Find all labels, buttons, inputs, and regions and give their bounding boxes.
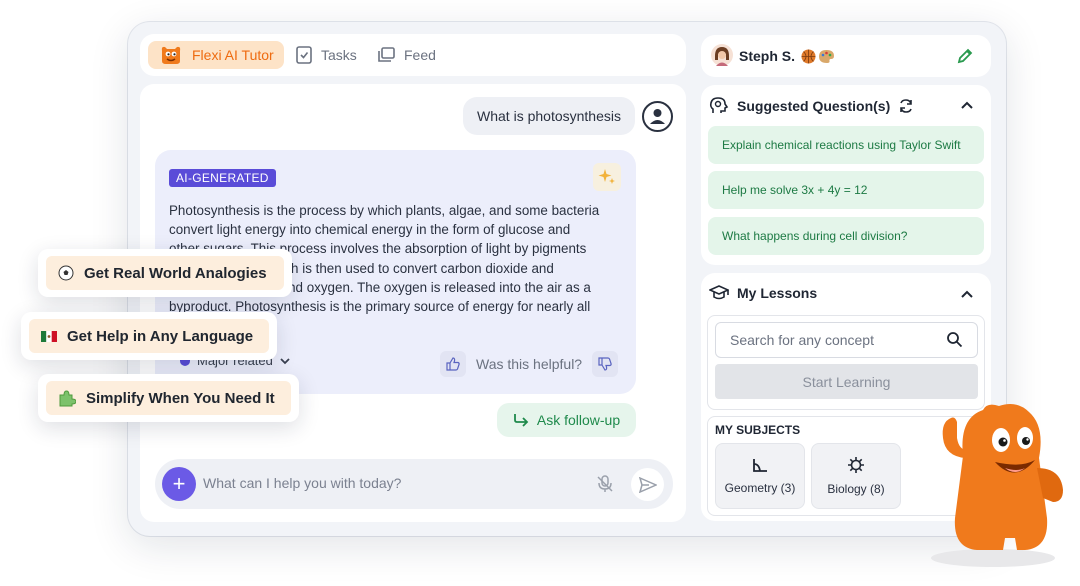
flexi-mascot-character: [931, 404, 1063, 567]
suggested-question-button[interactable]: Help me solve 3x + 4y = 12: [708, 171, 984, 209]
subject-label: Geometry (3): [724, 481, 796, 495]
user-avatar-icon: [642, 101, 673, 132]
checklist-icon: [296, 46, 312, 64]
composer-input[interactable]: What can I help you with today?: [203, 475, 401, 491]
ai-generated-badge: AI-GENERATED: [169, 169, 276, 187]
user-message-bubble: What is photosynthesis: [463, 97, 635, 135]
helpful-feedback: Was this helpful?: [440, 350, 619, 378]
chevron-up-icon[interactable]: [960, 100, 974, 110]
flexi-mascot-icon: [161, 46, 181, 64]
chevron-up-icon[interactable]: [960, 289, 974, 299]
virus-icon: [848, 457, 864, 473]
search-icon[interactable]: [946, 331, 963, 348]
palette-icon: [819, 50, 834, 63]
suggested-question-text: Explain chemical reactions using Taylor …: [722, 138, 961, 152]
soccer-ball-icon: [58, 265, 74, 281]
avatar[interactable]: [711, 44, 733, 66]
subject-card-geometry[interactable]: Geometry (3): [715, 443, 805, 509]
sparkle-icon[interactable]: [593, 163, 621, 191]
suggested-question-text: What happens during cell division?: [722, 229, 908, 243]
protractor-icon: [753, 459, 767, 472]
refresh-icon[interactable]: [898, 98, 914, 114]
my-lessons-title: My Lessons: [737, 285, 818, 301]
feature-label: Simplify When You Need It: [86, 389, 275, 407]
suggested-question-text: Help me solve 3x + 4y = 12: [722, 183, 868, 197]
tab-label: Tasks: [321, 47, 357, 63]
message-composer: + What can I help you with today?: [155, 459, 673, 509]
tab-flexi-ai-tutor[interactable]: Flexi AI Tutor: [148, 41, 284, 69]
follow-up-label: Ask follow-up: [536, 412, 621, 428]
tab-label: Feed: [404, 47, 436, 63]
profile-name: Steph S.: [739, 48, 796, 64]
puzzle-piece-icon: [59, 390, 76, 407]
suggested-questions-header: Suggested Question(s): [709, 96, 914, 116]
graduation-cap-icon: [709, 285, 729, 300]
suggested-question-button[interactable]: Explain chemical reactions using Taylor …: [708, 126, 984, 164]
suggested-title: Suggested Question(s): [737, 98, 891, 114]
top-nav: Flexi AI Tutor Tasks Feed: [140, 34, 686, 76]
profile-bar: Steph S.: [701, 35, 991, 77]
mexico-flag-icon: [41, 330, 57, 342]
feature-simplify[interactable]: Simplify When You Need It: [46, 381, 291, 415]
response-line: Photosynthesis is the process by which p…: [169, 203, 600, 218]
feature-label: Get Real World Analogies: [84, 264, 267, 282]
send-button[interactable]: [631, 468, 664, 501]
feature-any-language[interactable]: Get Help in Any Language: [29, 319, 269, 353]
search-placeholder: Search for any concept: [730, 332, 874, 348]
add-attachment-button[interactable]: +: [162, 467, 196, 501]
subject-card-biology[interactable]: Biology (8): [811, 443, 901, 509]
user-message-text: What is photosynthesis: [477, 108, 621, 124]
subject-label: Biology (8): [827, 482, 885, 496]
my-lessons-header: My Lessons: [709, 285, 817, 301]
feature-real-world-analogies[interactable]: Get Real World Analogies: [46, 256, 284, 290]
tab-tasks[interactable]: Tasks: [285, 41, 367, 69]
start-learning-button[interactable]: Start Learning: [715, 364, 978, 399]
thumbs-up-icon[interactable]: [440, 351, 466, 377]
suggested-question-button[interactable]: What happens during cell division?: [708, 217, 984, 255]
feature-label: Get Help in Any Language: [67, 327, 254, 345]
send-icon: [638, 476, 657, 493]
chevron-down-icon: [280, 357, 290, 364]
basketball-icon: [801, 49, 816, 64]
tab-feed[interactable]: Feed: [366, 41, 446, 69]
start-learning-label: Start Learning: [802, 373, 891, 390]
ask-follow-up-button[interactable]: Ask follow-up: [497, 403, 636, 437]
reply-arrow-icon: [513, 414, 529, 427]
tab-label: Flexi AI Tutor: [192, 47, 274, 63]
subjects-title: MY SUBJECTS: [715, 423, 801, 437]
helpful-label: Was this helpful?: [476, 356, 583, 372]
brain-head-icon: [709, 97, 729, 113]
response-line: convert light energy into chemical energ…: [169, 222, 571, 238]
concept-search-input[interactable]: Search for any concept: [715, 322, 978, 358]
thumbs-down-icon[interactable]: [592, 351, 619, 377]
edit-pencil-icon[interactable]: [957, 48, 973, 64]
mic-off-icon[interactable]: [595, 474, 615, 494]
feed-icon: [378, 47, 395, 62]
